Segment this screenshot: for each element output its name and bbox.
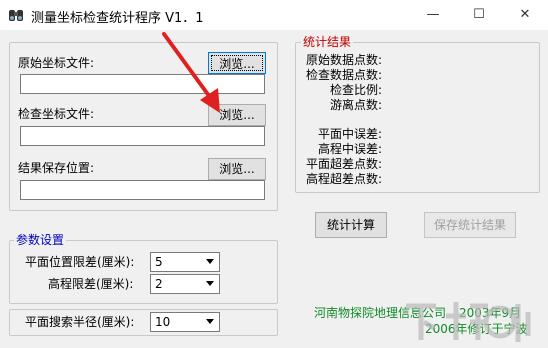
result-item: 高程超差点数: xyxy=(305,172,382,186)
result-location-input[interactable] xyxy=(20,180,265,200)
browse-result-button[interactable]: 浏览... xyxy=(208,158,266,180)
close-icon: ✕ xyxy=(519,7,531,22)
result-location-label: 结果保存位置: xyxy=(18,161,95,175)
check-file-input[interactable] xyxy=(20,126,265,146)
height-tolerance-label: 高程限差(厘米): xyxy=(48,277,134,291)
results-group-title: 统计结果 xyxy=(301,35,354,49)
height-tolerance-select[interactable]: 2 xyxy=(150,274,220,294)
params-group xyxy=(9,240,278,304)
maximize-button[interactable]: ☐ xyxy=(456,0,502,30)
plane-tolerance-label: 平面位置限差(厘米): xyxy=(25,255,135,269)
chevron-down-icon[interactable] xyxy=(202,253,219,271)
close-button[interactable]: ✕ xyxy=(502,0,548,30)
result-item: 平面超差点数: xyxy=(305,157,382,171)
window-title: 测量坐标检查统计程序 V1．1 xyxy=(31,11,204,26)
original-file-label: 原始坐标文件: xyxy=(18,56,95,70)
search-radius-label: 平面搜索半径(厘米): xyxy=(25,315,135,329)
watermark-logo xyxy=(406,302,531,342)
search-radius-value: 10 xyxy=(155,315,171,329)
binoculars-icon xyxy=(9,10,23,21)
result-item: 游离点数: xyxy=(329,98,382,112)
plane-tolerance-select[interactable]: 5 xyxy=(150,252,220,272)
height-tolerance-value: 2 xyxy=(155,277,163,291)
chevron-down-icon[interactable] xyxy=(202,313,219,331)
result-item: 高程中误差: xyxy=(317,142,382,156)
compute-button[interactable]: 统计计算 xyxy=(315,212,387,238)
title-bar[interactable]: 测量坐标检查统计程序 V1．1 — ☐ ✕ xyxy=(0,0,548,30)
maximize-icon: ☐ xyxy=(473,7,485,22)
minimize-button[interactable]: — xyxy=(410,0,456,30)
result-item: 检查数据点数: xyxy=(305,68,382,82)
app-window: 测量坐标检查统计程序 V1．1 — ☐ ✕ 原始坐标文件: 浏览... 检查坐标… xyxy=(0,0,548,348)
result-item: 平面中误差: xyxy=(317,127,382,141)
browse-result-label: 浏览... xyxy=(219,162,255,176)
annotation-arrow xyxy=(162,32,220,113)
minimize-icon: — xyxy=(426,7,440,22)
compute-button-label: 统计计算 xyxy=(326,218,375,232)
result-item: 原始数据点数: xyxy=(305,53,382,67)
result-item: 检查比例: xyxy=(329,83,382,97)
check-file-label: 检查坐标文件: xyxy=(18,107,95,121)
chevron-down-icon[interactable] xyxy=(202,275,219,293)
plane-tolerance-value: 5 xyxy=(155,255,163,269)
search-radius-select[interactable]: 10 xyxy=(150,312,220,332)
save-results-button[interactable]: 保存统计结果 xyxy=(424,212,516,238)
save-results-label: 保存统计结果 xyxy=(433,218,506,232)
params-group-title: 参数设置 xyxy=(14,233,67,247)
